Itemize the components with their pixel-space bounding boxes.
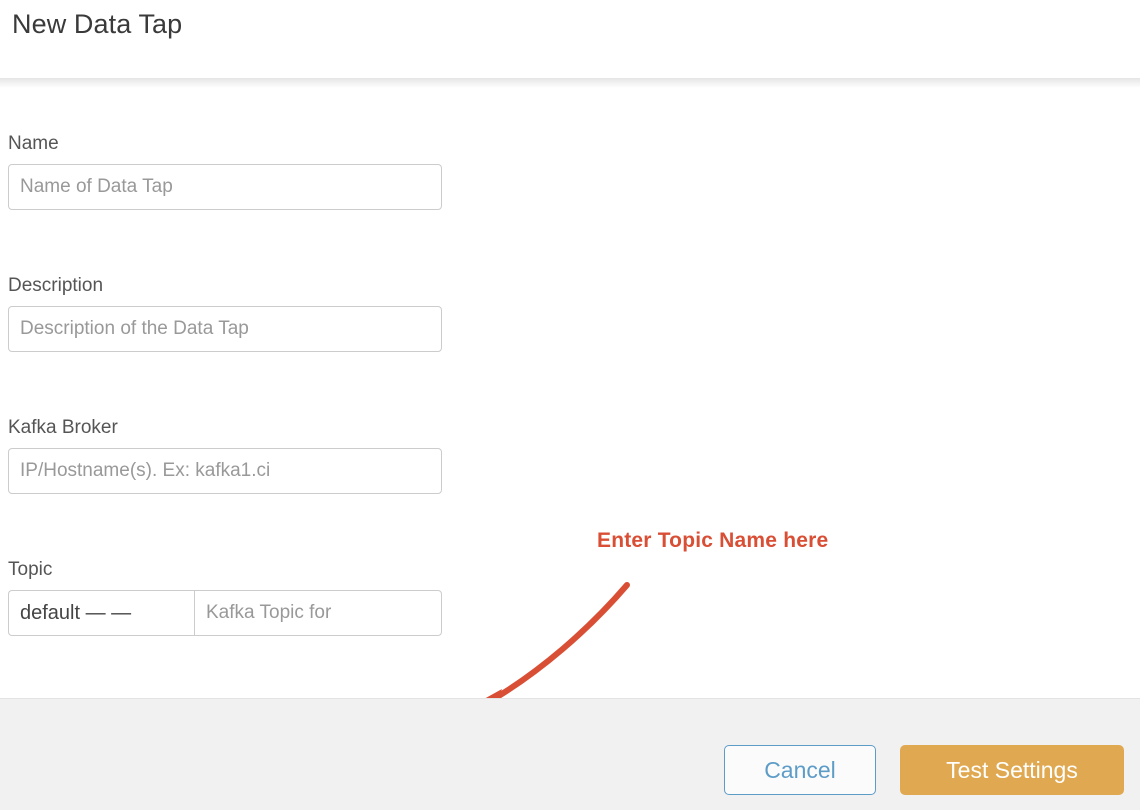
page-title: New Data Tap <box>12 9 183 40</box>
field-group-kafka-broker: Kafka Broker <box>8 417 442 494</box>
field-group-topic: Topic default — — <box>8 559 442 636</box>
annotation-label: Enter Topic Name here <box>597 529 829 552</box>
description-input[interactable] <box>8 306 442 352</box>
footer-button-group: Cancel Test Settings <box>724 745 1124 795</box>
cancel-button[interactable]: Cancel <box>724 745 876 795</box>
modal-body: Name Description Kafka Broker Topic defa… <box>0 88 1140 720</box>
field-group-name: Name <box>8 133 442 210</box>
modal-header: New Data Tap <box>0 0 1140 78</box>
test-settings-button[interactable]: Test Settings <box>900 745 1124 795</box>
field-group-description: Description <box>8 275 442 352</box>
topic-input[interactable] <box>194 590 442 636</box>
topic-input-group: default — — <box>8 590 442 636</box>
topic-prefix-addon: default — — <box>8 590 194 636</box>
name-input[interactable] <box>8 164 442 210</box>
kafka-broker-input[interactable] <box>8 448 442 494</box>
header-divider <box>0 78 1140 88</box>
modal-footer: Cancel Test Settings <box>0 698 1140 810</box>
label-description: Description <box>8 275 104 296</box>
label-kafka-broker: Kafka Broker <box>8 417 118 438</box>
label-topic: Topic <box>8 559 53 580</box>
label-name: Name <box>8 133 59 154</box>
